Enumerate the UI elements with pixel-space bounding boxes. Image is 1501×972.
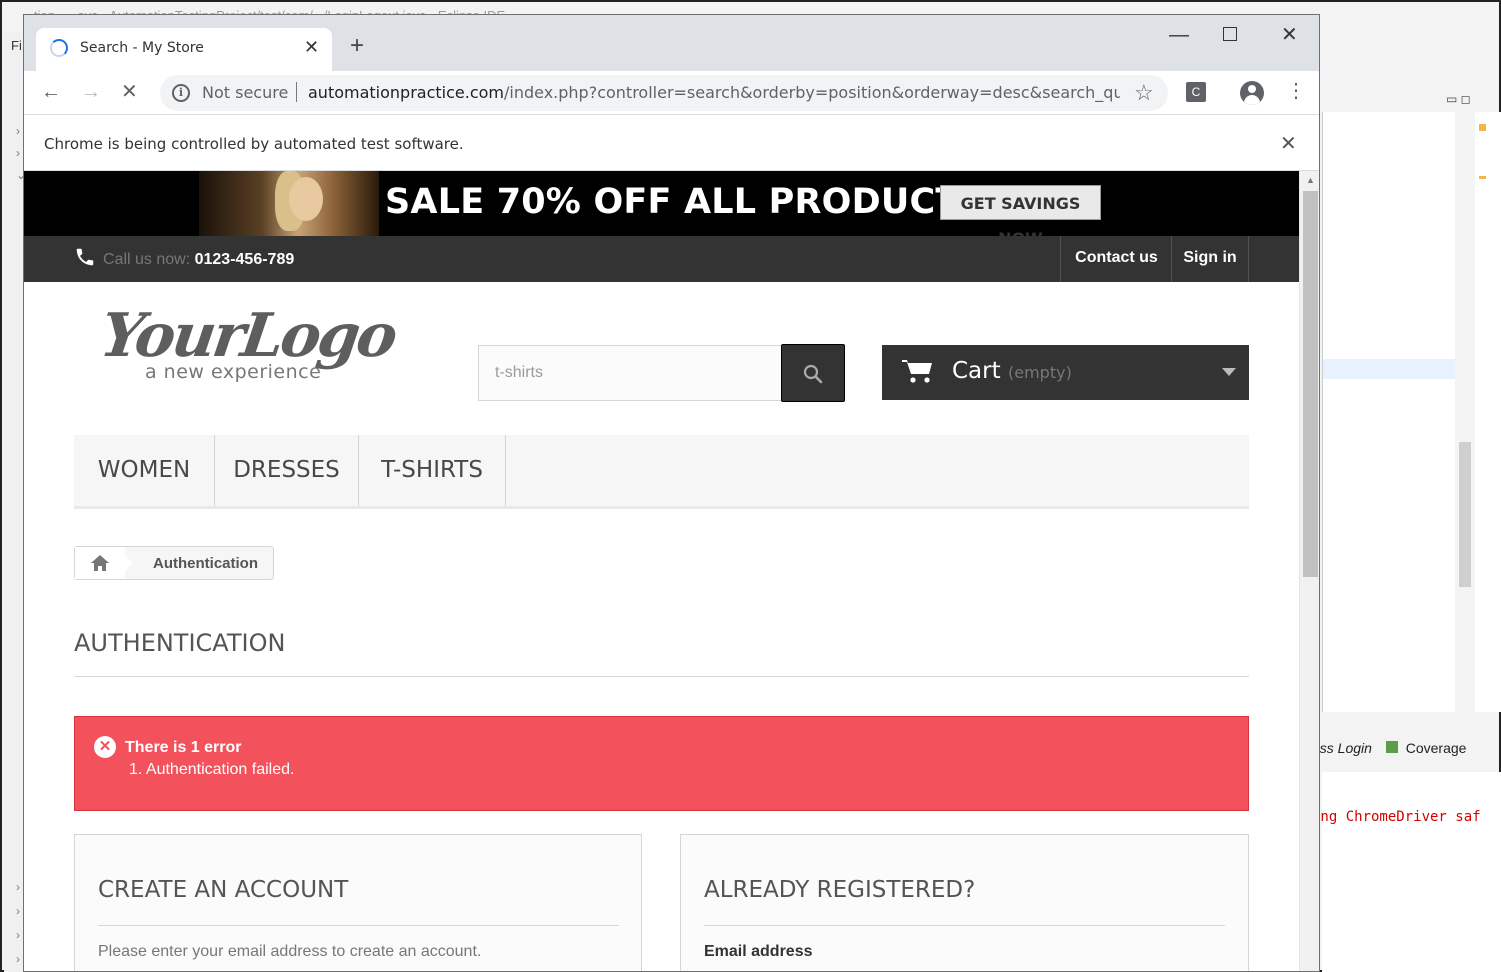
forward-arrow-icon[interactable]: → <box>81 80 101 104</box>
profile-icon[interactable] <box>1240 81 1264 105</box>
security-label[interactable]: Not secure <box>202 83 288 102</box>
divider <box>704 925 1225 926</box>
maximize-icon[interactable] <box>1223 25 1237 45</box>
scroll-up-icon[interactable]: ▲ <box>1306 175 1315 185</box>
menu-tshirts[interactable]: T-SHIRTS <box>359 435 506 506</box>
ide-view-controls[interactable]: ▭ ◻ <box>1446 92 1471 106</box>
page-viewport: SALE 70% OFF ALL PRODUCTS GET SAVINGS NO… <box>24 171 1319 971</box>
tab-class-login[interactable]: ass Login <box>1312 740 1372 756</box>
sign-in-link[interactable]: Sign in <box>1171 236 1249 282</box>
tab-title: Search - My Store <box>80 40 204 56</box>
category-menu: WOMEN DRESSES T-SHIRTS <box>74 435 1249 509</box>
top-nav-bar: Call us now: 0123-456-789 Contact us Sig… <box>24 236 1299 282</box>
warning-marker[interactable] <box>1479 176 1486 179</box>
scroll-thumb[interactable] <box>1459 442 1471 587</box>
create-account-title: CREATE AN ACCOUNT <box>98 877 349 903</box>
cart-icon <box>902 360 932 383</box>
current-line-highlight <box>1323 359 1455 379</box>
info-icon[interactable]: i <box>172 84 190 102</box>
minimize-icon[interactable]: — <box>1169 25 1189 45</box>
divider <box>296 82 297 102</box>
scroll-thumb[interactable] <box>1303 191 1318 577</box>
ide-console <box>1322 772 1501 972</box>
editor-scrollbar[interactable] <box>1455 112 1475 712</box>
divider <box>98 925 619 926</box>
chevron-right-icon[interactable]: › <box>16 124 20 138</box>
cart-label: Cart <box>952 358 1001 384</box>
search-value: t-shirts <box>495 364 543 381</box>
chevron-down-icon <box>1222 368 1236 376</box>
breadcrumb-current: Authentication <box>153 555 258 572</box>
menu-women[interactable]: WOMEN <box>74 435 215 506</box>
coverage-icon <box>1385 741 1398 753</box>
call-label: Call us now: <box>103 251 191 268</box>
warning-marker[interactable] <box>1479 124 1486 131</box>
ide-file-menu[interactable]: Fi <box>11 38 22 53</box>
loading-spinner-icon <box>50 39 68 57</box>
contact-us-link[interactable]: Contact us <box>1060 236 1172 282</box>
automation-infobar: Chrome is being controlled by automated … <box>24 115 1319 171</box>
breadcrumb-separator <box>117 547 133 579</box>
create-account-panel: CREATE AN ACCOUNT Please enter your emai… <box>74 834 642 971</box>
banner-image <box>199 171 379 236</box>
banner-headline: SALE 70% OFF ALL PRODUCTS <box>385 182 985 222</box>
already-registered-panel: ALREADY REGISTERED? Email address <box>680 834 1249 971</box>
store-logo[interactable]: YourLogo a new experience <box>96 301 401 391</box>
error-item: 1. Authentication failed. <box>129 761 295 778</box>
search-button[interactable] <box>781 344 845 402</box>
page-title: AUTHENTICATION <box>74 629 286 657</box>
browser-toolbar: ← → ✕ i Not secure automationpractice.co… <box>24 71 1319 115</box>
error-heading: There is 1 error <box>125 739 242 756</box>
promo-banner[interactable]: SALE 70% OFF ALL PRODUCTS GET SAVINGS NO… <box>24 171 1299 248</box>
address-bar[interactable]: i Not secure automationpractice.com/inde… <box>160 75 1168 111</box>
page-scrollbar[interactable]: ▲ <box>1299 171 1319 971</box>
divider <box>74 676 1249 677</box>
stop-loading-icon[interactable]: ✕ <box>121 80 138 104</box>
home-icon <box>91 555 109 571</box>
chevron-right-icon[interactable]: › <box>16 952 20 966</box>
close-icon[interactable]: ✕ <box>1280 131 1297 156</box>
error-alert: ✕ There is 1 error 1. Authentication fai… <box>74 716 1249 811</box>
get-savings-button[interactable]: GET SAVINGS NOW <box>940 185 1101 248</box>
menu-icon[interactable]: ⋮ <box>1286 79 1306 103</box>
chevron-right-icon[interactable]: › <box>16 880 20 894</box>
search-icon <box>803 364 823 384</box>
create-account-desc: Please enter your email address to creat… <box>98 943 482 960</box>
cart-button[interactable]: Cart (empty) <box>882 345 1249 400</box>
phone-number: 0123-456-789 <box>194 251 295 268</box>
email-address-label: Email address <box>704 943 813 960</box>
error-x-icon: ✕ <box>94 736 116 758</box>
chevron-right-icon[interactable]: › <box>16 904 20 918</box>
phone-icon <box>76 248 94 266</box>
chevron-right-icon[interactable]: › <box>16 928 20 942</box>
url-text[interactable]: automationpractice.com/index.php?control… <box>308 83 1120 102</box>
star-icon[interactable]: ☆ <box>1134 80 1154 106</box>
ide-bottom-tabs: ass Login Coverage <box>1312 740 1466 756</box>
back-arrow-icon[interactable]: ← <box>41 80 61 104</box>
console-output: ing ChromeDriver saf <box>1312 809 1481 825</box>
breadcrumb: Authentication <box>74 546 274 580</box>
browser-window: Search - My Store ✕ + — ✕ ← → ✕ i Not se… <box>23 14 1320 972</box>
close-icon[interactable]: ✕ <box>304 37 319 58</box>
extension-icon[interactable]: C <box>1186 82 1206 102</box>
url-host: automationpractice.com <box>308 83 504 102</box>
infobar-message: Chrome is being controlled by automated … <box>44 135 464 153</box>
new-tab-button[interactable]: + <box>350 34 364 58</box>
call-us-text: Call us now: 0123-456-789 <box>103 251 294 269</box>
menu-dresses[interactable]: DRESSES <box>215 435 359 506</box>
browser-tab[interactable]: Search - My Store ✕ <box>36 28 332 71</box>
url-path: /index.php?controller=search&orderby=pos… <box>504 83 1120 102</box>
chevron-right-icon[interactable]: › <box>16 146 20 160</box>
already-registered-title: ALREADY REGISTERED? <box>704 877 976 903</box>
tab-coverage[interactable]: Coverage <box>1406 740 1467 756</box>
tab-strip: Search - My Store ✕ + — ✕ <box>24 15 1319 71</box>
logo-tagline: a new experience <box>145 361 322 383</box>
search-input[interactable]: t-shirts <box>478 345 782 401</box>
window-close-icon[interactable]: ✕ <box>1281 25 1298 45</box>
cart-status: (empty) <box>1008 363 1072 382</box>
ide-editor[interactable] <box>1322 112 1501 712</box>
